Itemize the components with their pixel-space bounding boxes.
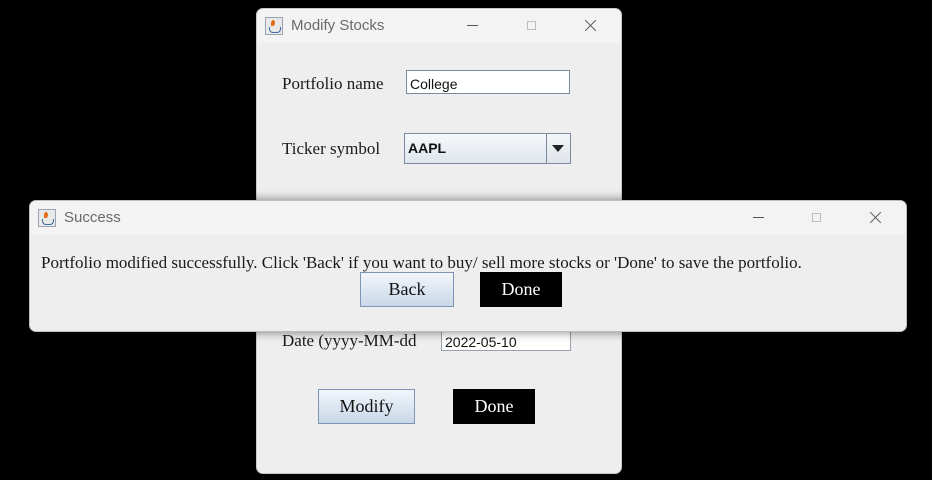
- ticker-symbol-dropdown[interactable]: AAPL: [404, 133, 571, 164]
- window-title: Modify Stocks: [291, 17, 385, 34]
- modify-stocks-titlebar[interactable]: Modify Stocks: [257, 9, 621, 43]
- dialog-title: Success: [64, 209, 121, 226]
- chevron-down-icon[interactable]: [546, 134, 570, 163]
- done-button[interactable]: Done: [480, 272, 562, 307]
- java-cup-icon: [38, 209, 56, 227]
- java-cup-icon: [265, 17, 283, 35]
- minimize-icon[interactable]: [462, 15, 486, 37]
- done-button[interactable]: Done: [453, 389, 535, 424]
- date-label: Date (yyyy-MM-dd: [282, 331, 417, 350]
- maximize-icon[interactable]: [806, 207, 830, 229]
- modify-button[interactable]: Modify: [318, 389, 415, 424]
- maximize-icon[interactable]: [521, 15, 545, 37]
- success-dialog: Success Portfolio modified successfully.…: [29, 200, 907, 332]
- portfolio-name-field[interactable]: [406, 70, 570, 94]
- minimize-icon[interactable]: [748, 207, 772, 229]
- close-icon[interactable]: [579, 15, 603, 37]
- portfolio-name-label: Portfolio name: [282, 74, 384, 93]
- success-titlebar[interactable]: Success: [30, 201, 906, 235]
- close-icon[interactable]: [864, 207, 888, 229]
- ticker-symbol-value: AAPL: [408, 140, 447, 156]
- back-button[interactable]: Back: [360, 272, 454, 307]
- ticker-symbol-label: Ticker symbol: [282, 139, 381, 158]
- success-message: Portfolio modified successfully. Click '…: [41, 253, 802, 272]
- date-field[interactable]: [441, 331, 571, 351]
